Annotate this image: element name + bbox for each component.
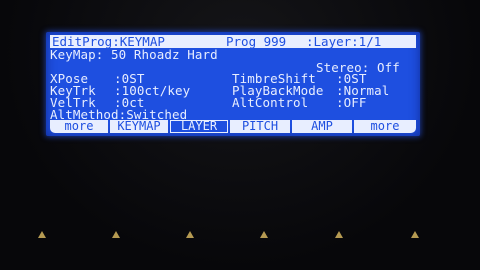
tab-amp[interactable]: AMP — [292, 120, 352, 133]
program-number: Prog 999 — [226, 34, 287, 49]
soft-button-5-arrow-icon[interactable] — [335, 231, 343, 238]
layer-indicator: :Layer:1/1 — [306, 34, 382, 49]
soft-button-3-arrow-icon[interactable] — [186, 231, 194, 238]
lcd-screen: EditProg:KEYMAP Prog 999 :Layer:1/1 KeyM… — [46, 32, 420, 136]
tab-pitch[interactable]: PITCH — [230, 120, 290, 133]
param-value[interactable]: :OFF — [336, 95, 367, 110]
tab-more-right[interactable]: more — [354, 120, 416, 133]
soft-button-2-arrow-icon[interactable] — [112, 231, 120, 238]
keymap-row[interactable]: KeyMap: 50 Rhoadz Hard — [50, 48, 218, 61]
tab-keymap[interactable]: KEYMAP — [110, 120, 168, 133]
soft-button-tabs: more KEYMAP LAYER PITCH AMP more — [50, 120, 416, 134]
soft-button-4-arrow-icon[interactable] — [260, 231, 268, 238]
tab-layer[interactable]: LAYER — [170, 120, 228, 133]
param-label: AltControl — [232, 95, 309, 110]
soft-button-6-arrow-icon[interactable] — [411, 231, 419, 238]
keymap-label: KeyMap: — [50, 47, 104, 62]
tab-more-left[interactable]: more — [50, 120, 108, 133]
param-altcontrol[interactable]: AltControl :OFF — [232, 96, 367, 109]
soft-button-1-arrow-icon[interactable] — [38, 231, 46, 238]
keymap-value[interactable]: 50 Rhoadz Hard — [111, 47, 218, 62]
